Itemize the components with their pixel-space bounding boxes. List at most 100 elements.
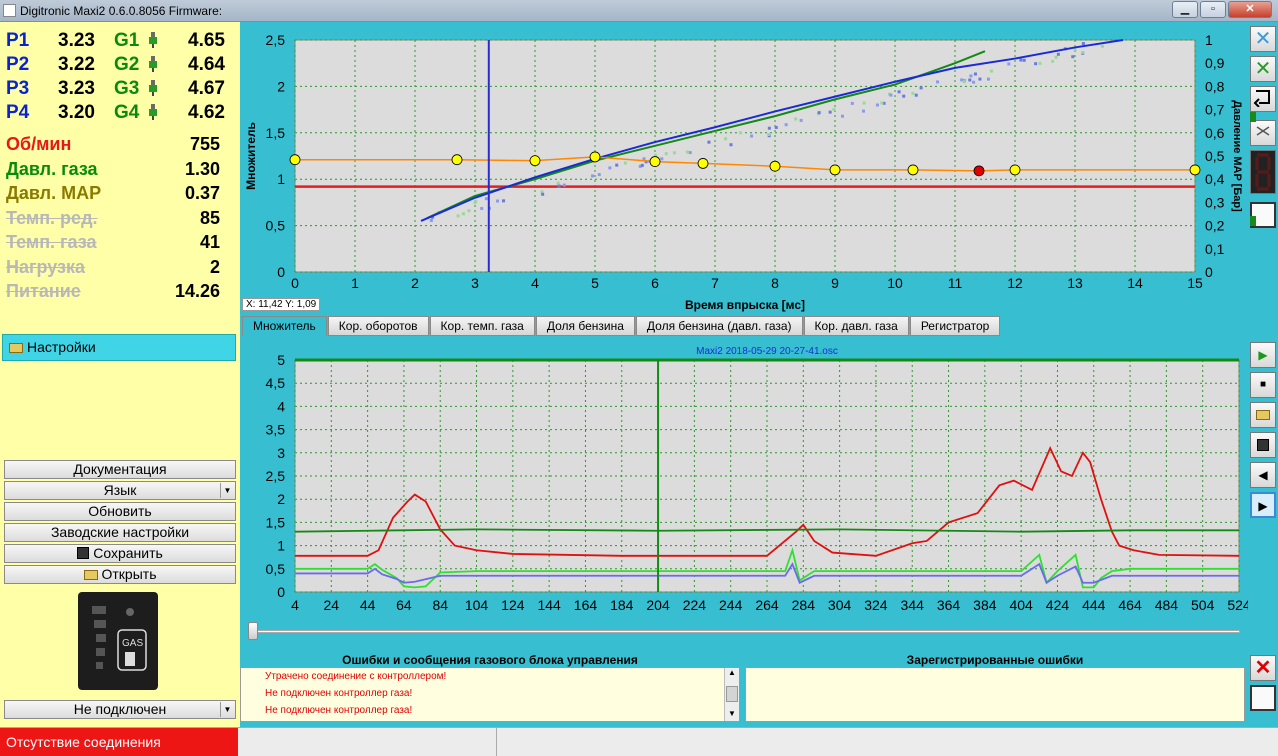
- title-bar: Digitronic Maxi2 0.6.0.8056 Firmware: ▁ …: [0, 0, 1278, 22]
- tab-3[interactable]: Доля бензина: [536, 316, 635, 336]
- scatter-point: [915, 94, 918, 97]
- scatter-point: [978, 78, 981, 81]
- disconnect-icon[interactable]: ✕: [1250, 26, 1276, 52]
- clear-errors-icon[interactable]: ✕: [1250, 655, 1276, 681]
- x-tick-label: 244: [719, 597, 743, 613]
- tab-5[interactable]: Кор. давл. газа: [804, 316, 909, 336]
- scroll-up-icon[interactable]: ▲: [725, 668, 739, 680]
- scatter-point: [624, 162, 627, 165]
- y2-axis-label: Давление MAP [Бар]: [1231, 100, 1243, 212]
- y-tick-label: 3,5: [266, 422, 286, 438]
- stop-icon[interactable]: ■: [1250, 372, 1276, 398]
- scatter-point: [665, 152, 668, 155]
- step-forward-icon[interactable]: ▶: [1250, 492, 1276, 518]
- x-tick-label: 264: [755, 597, 779, 613]
- empty-toggle-2[interactable]: [1250, 685, 1276, 711]
- multiplier-point: [590, 152, 600, 162]
- step-back-icon[interactable]: ◀: [1250, 462, 1276, 488]
- maximize-button[interactable]: ▫: [1200, 1, 1226, 18]
- scatter-point: [615, 164, 618, 167]
- tab-4[interactable]: Доля бензина (давл. газа): [636, 316, 803, 336]
- x-tick-label: 524: [1227, 597, 1248, 613]
- param-row: Об/мин 755: [6, 134, 220, 156]
- x-tick-label: 10: [887, 275, 903, 291]
- x-tick-label: 64: [396, 597, 412, 613]
- scatter-point: [794, 117, 797, 120]
- connect-icon[interactable]: ✕: [1250, 56, 1276, 82]
- gas-label: G3: [114, 78, 139, 100]
- chevron-down-icon[interactable]: ▼: [220, 702, 234, 717]
- x-tick-label: 11: [948, 275, 963, 291]
- scatter-point: [936, 80, 939, 83]
- scatter-point: [496, 200, 499, 203]
- scatter-point: [990, 70, 993, 73]
- multiplier-chart[interactable]: 0 1 2 3 4 5 6 7 8 9 10 11 12 13 14 1500,511,522,500,10,…: [240, 22, 1248, 316]
- factory-settings-button[interactable]: Заводские настройки: [4, 523, 236, 542]
- scroll-down-icon[interactable]: ▼: [725, 709, 739, 721]
- highlight-point: [974, 166, 984, 176]
- play-icon[interactable]: ▶: [1250, 342, 1276, 368]
- scatter-point: [608, 166, 611, 169]
- x-tick-label: 284: [792, 597, 816, 613]
- update-button[interactable]: Обновить: [4, 502, 236, 521]
- error-message: Не подключен контроллер газа!: [241, 702, 739, 719]
- scatter-point: [876, 103, 879, 106]
- export-icon[interactable]: [1250, 86, 1276, 112]
- petrol-label: P2: [6, 54, 29, 76]
- scatter-point: [660, 157, 663, 160]
- param-value: 41: [200, 232, 220, 253]
- y-tick-label: 2,5: [266, 468, 286, 484]
- tab-0[interactable]: Множитель: [242, 316, 327, 336]
- scatter-point: [1023, 59, 1026, 62]
- param-label: Об/мин: [6, 134, 71, 155]
- timeline-slider-thumb[interactable]: [248, 622, 258, 640]
- scatter-point: [643, 157, 646, 160]
- tab-6[interactable]: Регистратор: [910, 316, 1001, 336]
- y-tick-label: 2,5: [266, 32, 286, 48]
- scatter-point: [689, 151, 692, 154]
- oscilloscope-chart[interactable]: Maxi2 2018-05-29 20-27-41.osc 4 24 44 64 84 1…: [240, 340, 1248, 620]
- errors-scrollbar[interactable]: ▲ ▼: [724, 668, 739, 721]
- language-select[interactable]: Язык ▼: [4, 481, 236, 500]
- scatter-point: [641, 164, 644, 167]
- scroll-thumb[interactable]: [726, 686, 738, 702]
- connection-select[interactable]: Не подключен ▼: [4, 700, 236, 719]
- petrol-value: 3.20: [58, 102, 95, 124]
- x-tick-label: 324: [864, 597, 888, 613]
- scatter-point: [767, 133, 770, 136]
- gas-label: G1: [114, 30, 139, 52]
- y-tick-label: 1,5: [266, 125, 286, 141]
- petrol-label: P3: [6, 78, 29, 100]
- tab-1[interactable]: Кор. оборотов: [328, 316, 429, 336]
- x-tick-label: 1: [351, 275, 359, 291]
- scatter-point: [974, 72, 977, 75]
- x-tick-label: 124: [501, 597, 525, 613]
- scatter-point: [1051, 60, 1054, 63]
- petrol-value: 3.23: [58, 78, 95, 100]
- y-tick-label: 0: [277, 584, 285, 600]
- x-tick-label: 344: [901, 597, 925, 613]
- open-button[interactable]: Открыть: [4, 565, 236, 584]
- save-button[interactable]: Сохранить: [4, 544, 236, 563]
- close-button[interactable]: ✕: [1228, 1, 1272, 18]
- x-tick-label: 84: [432, 597, 448, 613]
- minimize-button[interactable]: ▁: [1172, 1, 1198, 18]
- scatter-point: [911, 92, 914, 95]
- y-tick-label: 3: [277, 445, 285, 461]
- scatter-point: [591, 174, 594, 177]
- tab-2[interactable]: Кор. темп. газа: [430, 316, 535, 336]
- y2-tick-label: 0,7: [1205, 102, 1225, 118]
- y2-tick-label: 0,4: [1205, 171, 1225, 187]
- settings-button[interactable]: Настройки: [2, 334, 236, 361]
- chevron-down-icon[interactable]: ▼: [220, 483, 234, 498]
- multiplier-point: [698, 158, 708, 168]
- gas-value: 4.65: [188, 30, 225, 52]
- y2-tick-label: 0,6: [1205, 125, 1225, 141]
- scatter-point: [541, 193, 544, 196]
- timeline-slider-track[interactable]: [252, 630, 1240, 633]
- floppy-disk-icon[interactable]: [1250, 432, 1276, 458]
- x-tick-label: 464: [1118, 597, 1142, 613]
- compress-icon[interactable]: [1250, 120, 1276, 146]
- documentation-button[interactable]: Документация: [4, 460, 236, 479]
- folder-open-icon[interactable]: [1250, 402, 1276, 428]
